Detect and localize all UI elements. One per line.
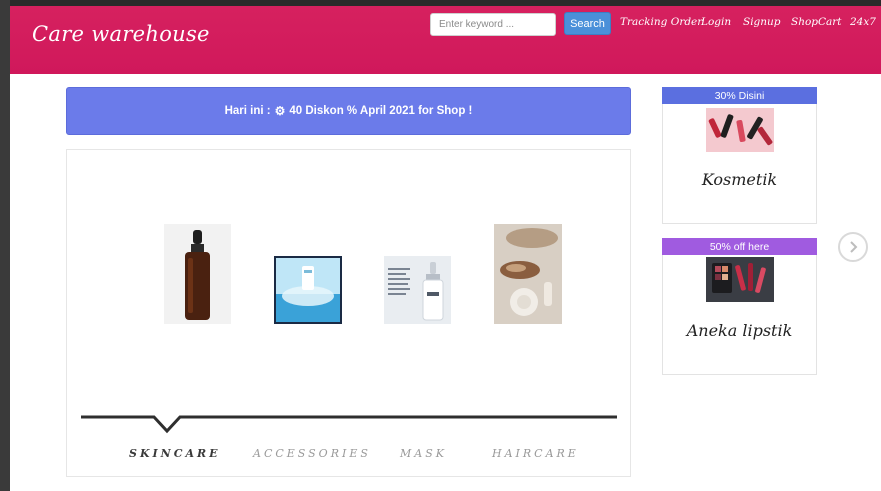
serum-bottle-image[interactable]	[164, 224, 231, 324]
nav-shopcart[interactable]: ShopCart	[791, 16, 842, 28]
product-box-image[interactable]	[274, 256, 342, 324]
skincare-flatlay-image[interactable]	[494, 224, 562, 324]
promo-prefix: Hari ini :	[224, 105, 271, 117]
gear-icon: ⚙	[274, 104, 286, 118]
pore-serum-image[interactable]	[384, 256, 451, 324]
search-input[interactable]	[430, 13, 556, 36]
tab-mask[interactable]: MASK	[400, 447, 447, 460]
discount-badge: 30% Disini	[662, 87, 817, 104]
carousel-next-button[interactable]	[838, 232, 868, 262]
product-carousel: SKINCARE ACCESSORIES MASK HAIRCARE	[66, 149, 631, 477]
discount-badge: 50% off here	[662, 238, 817, 255]
side-card-title: Aneka lipstik	[686, 321, 793, 340]
tab-skincare[interactable]: SKINCARE	[129, 447, 221, 460]
nav-24x7[interactable]: 24x7	[850, 16, 876, 28]
tab-haircare[interactable]: HAIRCARE	[492, 447, 579, 460]
nav-login[interactable]: Login	[701, 16, 731, 28]
nav-tracking-order[interactable]: Tracking Order	[620, 16, 702, 28]
makeup-palette-image	[706, 257, 774, 302]
navbar: Care warehouse Search Tracking Order Log…	[10, 6, 881, 74]
promo-banner: Hari ini : ⚙ 40 Diskon % April 2021 for …	[66, 87, 631, 135]
window-left-edge	[0, 0, 10, 491]
nav-signup[interactable]: Signup	[743, 16, 781, 28]
tab-accessories[interactable]: ACCESSORIES	[253, 447, 371, 460]
brand-logo[interactable]: Care warehouse	[32, 22, 210, 46]
promo-text: 40 Diskon % April 2021 for Shop !	[289, 105, 473, 117]
search-button[interactable]: Search	[564, 12, 611, 35]
lipstick-image	[706, 108, 774, 152]
side-card-aneka-lipstik[interactable]: 50% off here Aneka lipstik	[662, 238, 817, 375]
tab-indicator-line	[81, 415, 617, 434]
side-card-kosmetik[interactable]: 30% Disini Kosmetik	[662, 87, 817, 224]
chevron-right-icon	[850, 241, 858, 253]
side-card-title: Kosmetik	[701, 170, 778, 189]
